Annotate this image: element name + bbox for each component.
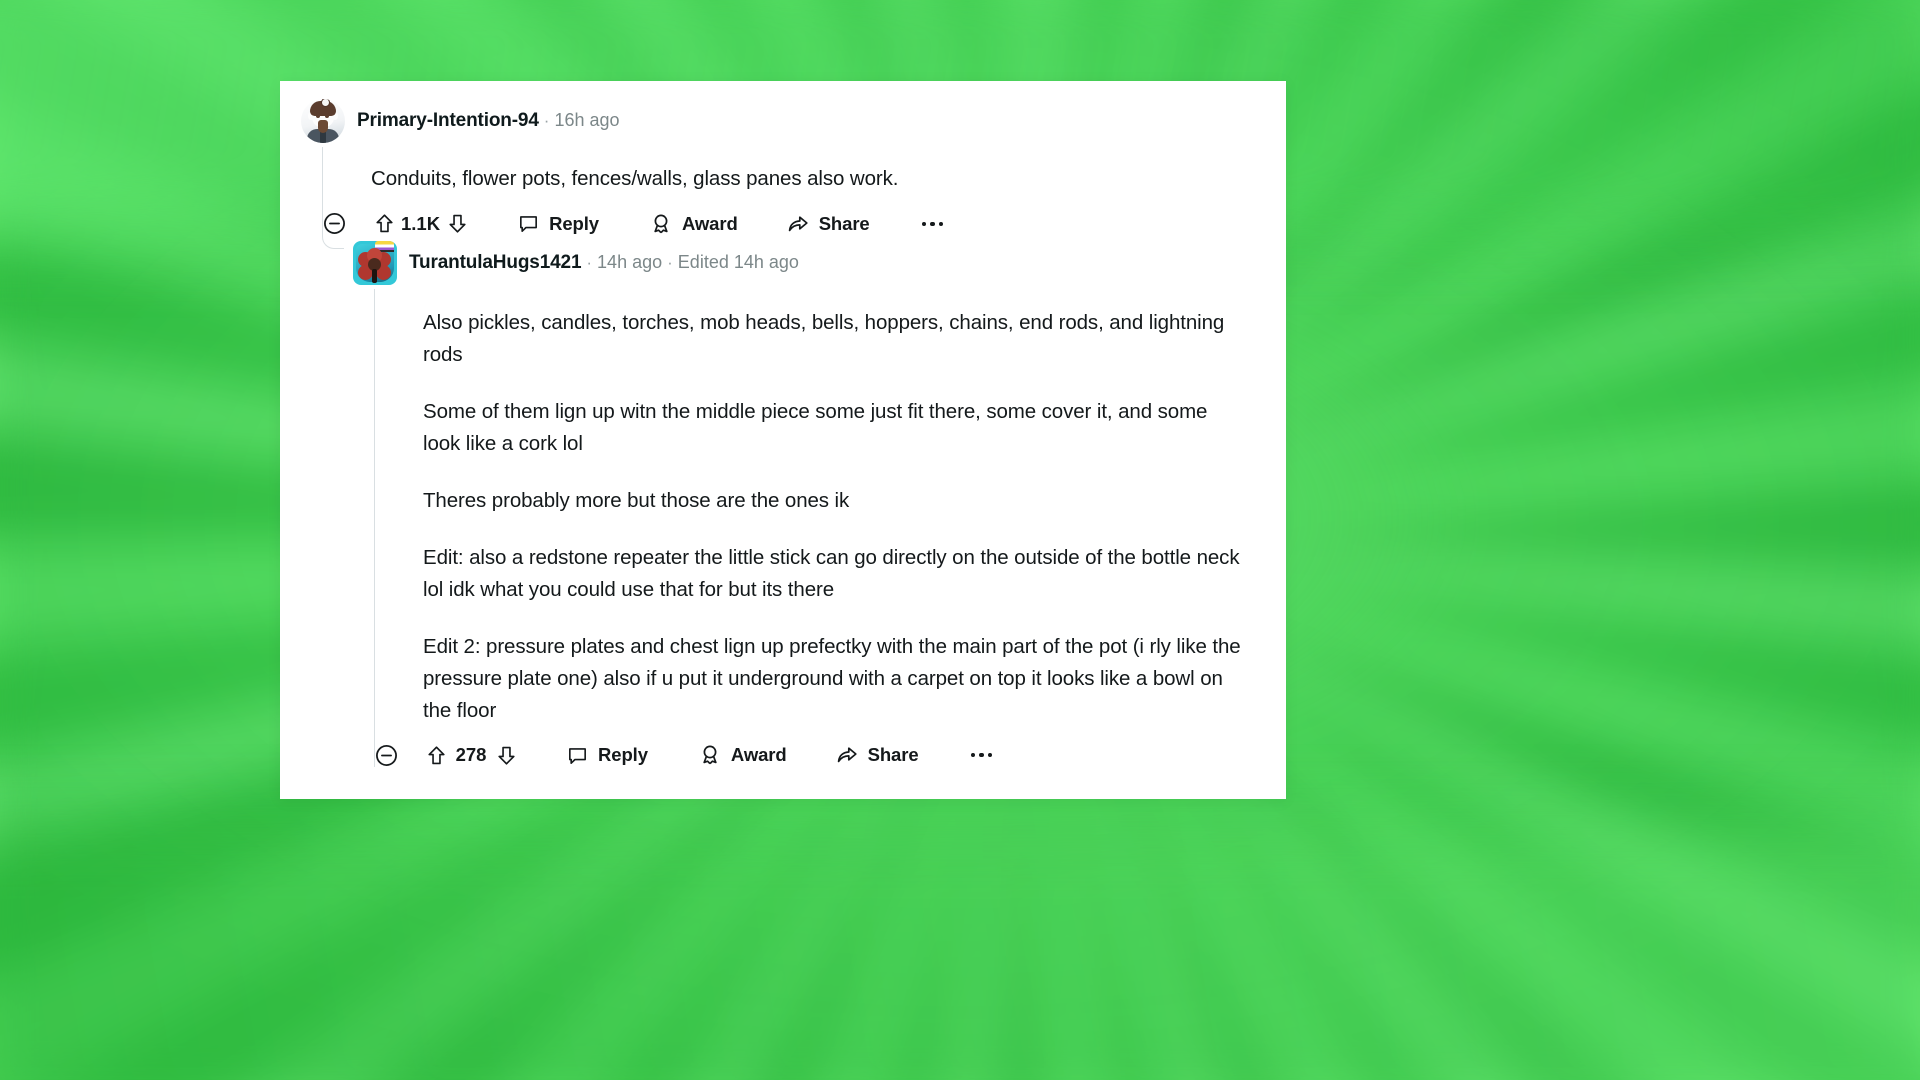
reply-thread-rail[interactable] <box>374 288 375 767</box>
upvote-button[interactable] <box>369 212 399 235</box>
reply-share-label: Share <box>867 744 919 766</box>
meta-separator: · <box>586 252 593 272</box>
comment-thread-card: Primary-Intention-94 · 16h ago Conduits,… <box>280 81 1286 799</box>
reply-more-options-icon[interactable] <box>970 752 993 758</box>
reply-upvote-button[interactable] <box>421 744 451 767</box>
more-options-icon[interactable] <box>921 221 944 227</box>
award-label: Award <box>681 212 738 234</box>
reply-award-button[interactable]: Award <box>698 743 787 767</box>
reply-paragraph-1: Also pickles, candles, torches, mob head… <box>423 310 1225 366</box>
share-label: Share <box>818 212 870 234</box>
comment-author-username[interactable]: Primary-Intention-94 <box>357 110 539 132</box>
meta-separator-2: · <box>667 252 673 272</box>
comment-paragraph: Conduits, flower pots, fences/walls, gla… <box>371 167 899 190</box>
comment-bubble-icon <box>517 212 540 235</box>
comment-primary-intention-94: Primary-Intention-94 · 16h ago Conduits,… <box>280 81 1286 235</box>
reply-paragraph-4: Edit: also a redstone repeater the littl… <box>423 545 1240 601</box>
meta-separator: · <box>543 111 550 130</box>
reply-paragraph-2: Some of them lign up witn the middle pie… <box>423 399 1208 455</box>
reply-reply-button[interactable]: Reply <box>566 744 648 767</box>
reply-paragraph-5: Edit 2: pressure plates and chest lign u… <box>423 634 1241 722</box>
vote-count: 1.1K <box>401 212 441 234</box>
downvote-button[interactable] <box>442 212 472 235</box>
share-arrow-icon <box>835 743 859 767</box>
reply-downvote-button[interactable] <box>491 744 521 767</box>
reply-header: TurantulaHugs1421 · 14h ago · Edited 14h… <box>280 240 1286 285</box>
comment-turantulahugs1421: TurantulaHugs1421 · 14h ago · Edited 14h… <box>280 226 1286 767</box>
reply-vote-count: 278 <box>455 744 487 766</box>
thread-rail[interactable] <box>322 147 323 235</box>
award-medal-icon <box>698 743 722 767</box>
thread-rail-curve <box>322 226 344 249</box>
avatar-flower-shield[interactable] <box>353 240 397 285</box>
award-medal-icon <box>649 212 673 236</box>
reply-reply-label: Reply <box>598 744 648 766</box>
reply-share-button[interactable]: Share <box>835 743 919 767</box>
reply-edited-label: Edited 14h ago <box>677 251 799 272</box>
share-button[interactable]: Share <box>786 212 870 236</box>
reply-author-username[interactable]: TurantulaHugs1421 <box>409 252 582 274</box>
avatar-snoo-bearded[interactable] <box>301 99 345 143</box>
comment-bubble-icon <box>566 744 589 767</box>
award-button[interactable]: Award <box>649 212 738 236</box>
comment-body: Conduits, flower pots, fences/walls, gla… <box>280 143 1286 195</box>
share-arrow-icon <box>786 212 810 236</box>
comment-action-bar: 1.1K Reply Award Share <box>280 195 1286 235</box>
comment-timestamp: 16h ago <box>554 110 620 130</box>
reply-paragraph-3: Theres probably more but those are the o… <box>423 488 850 512</box>
reply-timestamp: 14h ago <box>597 251 663 272</box>
reply-action-bar: 278 Reply Award Share <box>280 727 1286 767</box>
reply-body: Also pickles, candles, torches, mob head… <box>280 285 1286 727</box>
reply-button[interactable]: Reply <box>517 212 599 235</box>
comment-header: Primary-Intention-94 · 16h ago <box>280 99 1286 143</box>
reply-award-label: Award <box>730 744 787 766</box>
reply-label: Reply <box>549 212 599 234</box>
background-band-bottom <box>0 820 1920 1080</box>
